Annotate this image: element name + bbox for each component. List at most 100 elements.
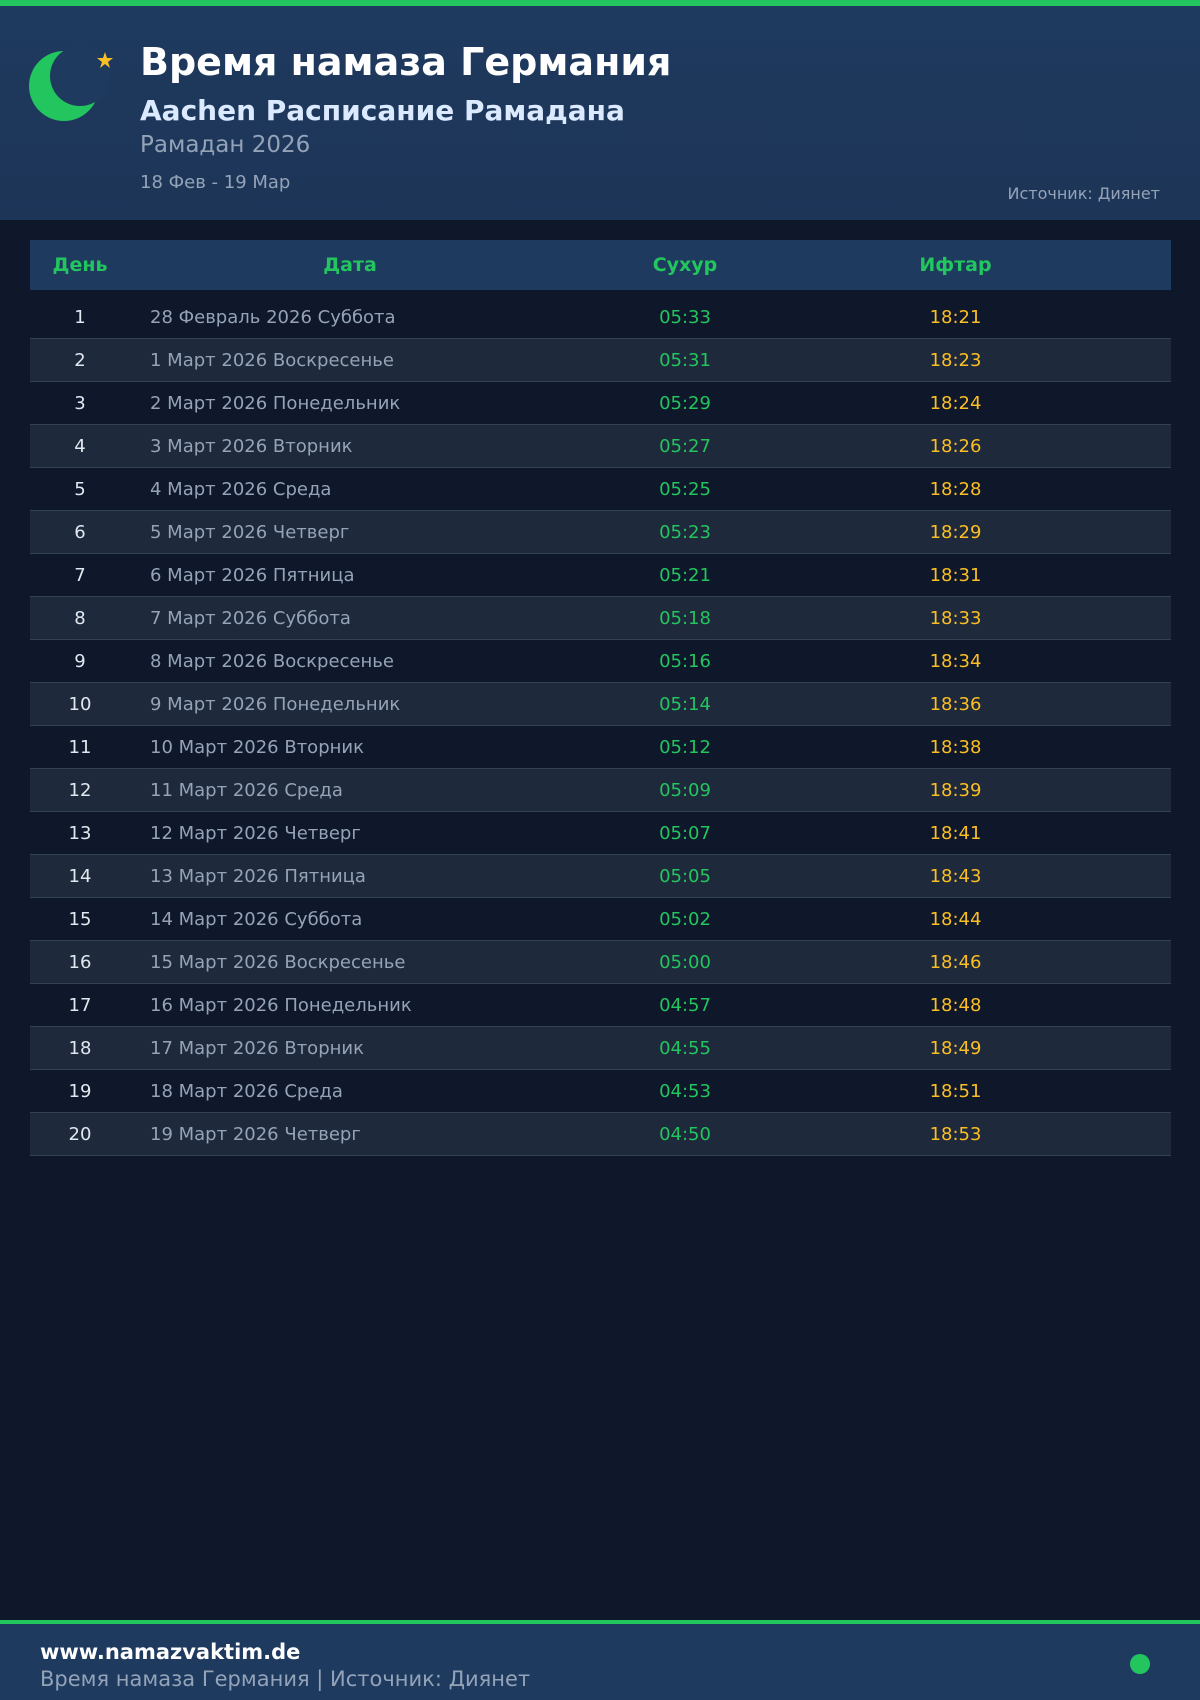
table-row: 9 8 Март 2026 Воскресенье 05:16 18:34 [30, 640, 1171, 683]
footer-text: Время намаза Германия | Источник: Диянет [40, 1667, 531, 1691]
day-cell: 10 [68, 693, 92, 715]
iftar-time-cell: 18:26 [929, 435, 982, 457]
date-cell: 18 Март 2026 Среда [150, 1080, 343, 1102]
day-cell: 5 [74, 478, 86, 500]
day-cell: 11 [68, 736, 92, 758]
suhur-time-cell: 04:53 [659, 1080, 711, 1102]
table-row: 19 18 Март 2026 Среда 04:53 18:51 [30, 1070, 1171, 1113]
date-cell: 16 Март 2026 Понедельник [150, 994, 412, 1016]
header-iftar: Ифтар [919, 254, 992, 276]
iftar-time-cell: 18:41 [929, 822, 982, 844]
table-body: 1 28 Февраль 2026 Суббота 05:33 18:21 2 1 Мар… [30, 296, 1171, 1156]
page-subtitle: Aachen Расписание Рамадана [140, 94, 625, 127]
suhur-time-cell: 05:33 [659, 306, 711, 328]
date-cell: 3 Март 2026 Вторник [150, 435, 353, 457]
iftar-time-cell: 18:43 [929, 865, 982, 887]
day-cell: 17 [68, 994, 92, 1016]
day-cell: 19 [68, 1080, 92, 1102]
iftar-time-cell: 18:53 [929, 1123, 982, 1145]
iftar-time-cell: 18:36 [929, 693, 982, 715]
table-row: 16 15 Март 2026 Воскресенье 05:00 18:46 [30, 941, 1171, 984]
date-cell: 13 Март 2026 Пятница [150, 865, 366, 887]
suhur-time-cell: 05:31 [659, 349, 711, 371]
table-row: 13 12 Март 2026 Четверг 05:07 18:41 [30, 812, 1171, 855]
iftar-time-cell: 18:44 [929, 908, 982, 930]
day-cell: 3 [74, 392, 86, 414]
footer: www.namazvaktim.de Время намаза Германия… [0, 1624, 1200, 1700]
table-row: 14 13 Март 2026 Пятница 05:05 18:43 [30, 855, 1171, 898]
iftar-time-cell: 18:39 [929, 779, 982, 801]
crescent-star-icon [29, 46, 113, 121]
header-suhur: Сухур [652, 254, 718, 276]
table-row: 2 1 Март 2026 Воскресенье 05:31 18:23 [30, 339, 1171, 382]
header-date: Дата [323, 254, 377, 276]
day-cell: 6 [74, 521, 86, 543]
iftar-time-cell: 18:46 [929, 951, 982, 973]
table-row: 8 7 Март 2026 Суббота 05:18 18:33 [30, 597, 1171, 640]
iftar-time-cell: 18:51 [929, 1080, 982, 1102]
table-row: 10 9 Март 2026 Понедельник 05:14 18:36 [30, 683, 1171, 726]
suhur-time-cell: 05:12 [659, 736, 711, 758]
iftar-time-cell: 18:49 [929, 1037, 982, 1059]
suhur-time-cell: 05:18 [659, 607, 711, 629]
day-cell: 12 [68, 779, 92, 801]
table-row: 6 5 Март 2026 Четверг 05:23 18:29 [30, 511, 1171, 554]
date-cell: 7 Март 2026 Суббота [150, 607, 351, 629]
suhur-time-cell: 05:27 [659, 435, 711, 457]
table-row: 18 17 Март 2026 Вторник 04:55 18:49 [30, 1027, 1171, 1070]
table-row: 11 10 Март 2026 Вторник 05:12 18:38 [30, 726, 1171, 769]
iftar-time-cell: 18:29 [929, 521, 982, 543]
iftar-time-cell: 18:21 [929, 306, 982, 328]
day-cell: 20 [68, 1123, 92, 1145]
date-cell: 8 Март 2026 Воскресенье [150, 650, 394, 672]
suhur-time-cell: 05:07 [659, 822, 711, 844]
iftar-time-cell: 18:38 [929, 736, 982, 758]
day-cell: 16 [68, 951, 92, 973]
date-range: 18 Фев - 19 Мар [140, 172, 291, 193]
suhur-time-cell: 05:21 [659, 564, 711, 586]
suhur-time-cell: 05:16 [659, 650, 711, 672]
table-row: 17 16 Март 2026 Понедельник 04:57 18:48 [30, 984, 1171, 1027]
date-cell: 4 Март 2026 Среда [150, 478, 332, 500]
day-cell: 7 [74, 564, 86, 586]
iftar-time-cell: 18:28 [929, 478, 982, 500]
table-row: 20 19 Март 2026 Четверг 04:50 18:53 [30, 1113, 1171, 1156]
suhur-time-cell: 04:55 [659, 1037, 711, 1059]
iftar-time-cell: 18:31 [929, 564, 982, 586]
iftar-time-cell: 18:23 [929, 349, 982, 371]
iftar-time-cell: 18:34 [929, 650, 982, 672]
suhur-time-cell: 05:25 [659, 478, 711, 500]
date-cell: 6 Март 2026 Пятница [150, 564, 355, 586]
date-cell: 5 Март 2026 Четверг [150, 521, 350, 543]
suhur-time-cell: 05:02 [659, 908, 711, 930]
day-cell: 14 [68, 865, 92, 887]
suhur-time-cell: 05:14 [659, 693, 711, 715]
day-cell: 1 [74, 306, 86, 328]
date-cell: 15 Март 2026 Воскресенье [150, 951, 406, 973]
iftar-time-cell: 18:48 [929, 994, 982, 1016]
suhur-time-cell: 04:50 [659, 1123, 711, 1145]
table-row: 12 11 Март 2026 Среда 05:09 18:39 [30, 769, 1171, 812]
status-dot-icon [1130, 1654, 1150, 1674]
header: Время намаза Германия Aachen Расписание … [0, 6, 1200, 220]
date-cell: 11 Март 2026 Среда [150, 779, 343, 801]
footer-site-link[interactable]: www.namazvaktim.de [40, 1640, 300, 1664]
suhur-time-cell: 05:05 [659, 865, 711, 887]
table-row: 15 14 Март 2026 Суббота 05:02 18:44 [30, 898, 1171, 941]
suhur-time-cell: 05:00 [659, 951, 711, 973]
iftar-time-cell: 18:33 [929, 607, 982, 629]
day-cell: 2 [74, 349, 86, 371]
table-row: 3 2 Март 2026 Понедельник 05:29 18:24 [30, 382, 1171, 425]
date-cell: 19 Март 2026 Четверг [150, 1123, 361, 1145]
day-cell: 8 [74, 607, 86, 629]
ramadan-schedule-table: День Дата Сухур Ифтар 1 28 Февраль 2026 С… [30, 240, 1171, 1156]
source-label: Источник: Диянет [1007, 184, 1160, 203]
table-row: 7 6 Март 2026 Пятница 05:21 18:31 [30, 554, 1171, 597]
date-cell: 12 Март 2026 Четверг [150, 822, 361, 844]
day-cell: 9 [74, 650, 86, 672]
suhur-time-cell: 05:09 [659, 779, 711, 801]
ramadan-year: Рамадан 2026 [140, 132, 311, 158]
date-cell: 1 Март 2026 Воскресенье [150, 349, 394, 371]
day-cell: 4 [74, 435, 86, 457]
date-cell: 17 Март 2026 Вторник [150, 1037, 364, 1059]
